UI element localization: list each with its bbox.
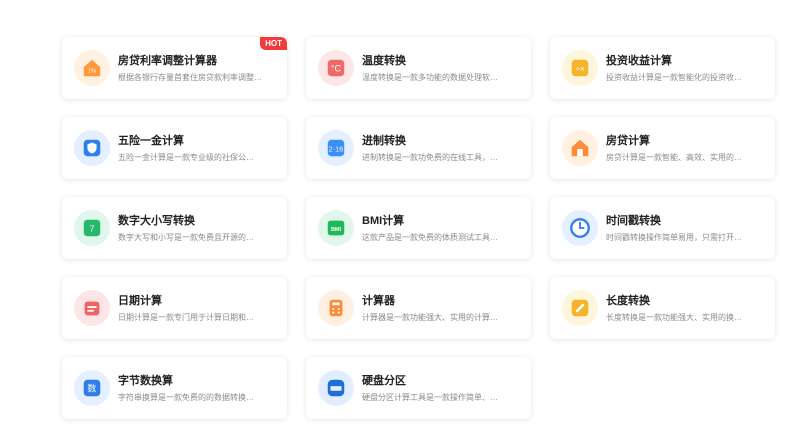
svg-text:2·16: 2·16 [329, 145, 344, 154]
tool-text: 投资收益计算投资收益计算是一款智能化的投资收… [606, 54, 765, 83]
tool-text: 长度转换长度转换是一款功能强大、实用的换… [606, 294, 765, 323]
calculator-icon [318, 290, 354, 326]
base-convert-icon: 2·16 [318, 130, 354, 166]
svg-text:°C: °C [331, 64, 342, 74]
tool-text: 硬盘分区硬盘分区计算工具是一款操作简单、… [362, 374, 521, 403]
investment-icon: ÷× [562, 50, 598, 86]
tool-description: 计算器是一款功能强大、实用的计算… [362, 312, 498, 322]
tool-title: 进制转换 [362, 134, 406, 147]
tool-text: BMI计算这款产品是一款免费的体质测试工具… [362, 214, 521, 243]
tool-description: 数字大写和小写是一款免费且开源的… [118, 232, 254, 242]
tool-description: 硬盘分区计算工具是一款操作简单、… [362, 392, 498, 402]
tool-description: 投资收益计算是一款智能化的投资收… [606, 72, 742, 82]
tool-text: 进制转换进制转换是一款功免费的在线工具，… [362, 134, 521, 163]
tool-card[interactable]: 五险一金计算五险一金计算是一款专业级的社保公… [62, 117, 287, 179]
tool-description: 这款产品是一款免费的体质测试工具… [362, 232, 498, 242]
tool-description: 房贷计算是一款智能、高效、实用的… [606, 152, 742, 162]
tool-text: 时间戳转换时间戳转换操作简单易用，只需打开… [606, 214, 765, 243]
tool-text: 日期计算日期计算是一款专门用于计算日期和… [118, 294, 277, 323]
tool-card[interactable]: °C 温度转换温度转换是一款多功能的数据处理软… [306, 37, 531, 99]
tool-title: 温度转换 [362, 54, 406, 67]
tool-text: 五险一金计算五险一金计算是一款专业级的社保公… [118, 134, 277, 163]
calendar-icon [74, 290, 110, 326]
clock-icon [562, 210, 598, 246]
ruler-icon [562, 290, 598, 326]
tool-card[interactable]: 时间戳转换时间戳转换操作简单易用，只需打开… [550, 197, 775, 259]
tool-card[interactable]: 2·16 进制转换进制转换是一款功免费的在线工具，… [306, 117, 531, 179]
tool-grid: 1% 房贷利率调整计算器 根据各银行存量首套住房贷款利率调整… HOT °C 温度转换 温度… [62, 37, 775, 419]
tool-card[interactable]: 7 数字大小写转换数字大写和小写是一款免费且开源的… [62, 197, 287, 259]
tool-card[interactable]: 计算器计算器是一款功能强大、实用的计算… [306, 277, 531, 339]
hot-badge: HOT [260, 37, 287, 50]
tool-title: 五险一金计算 [118, 134, 184, 147]
tool-title: 计算器 [362, 294, 395, 307]
tool-text: 房贷计算房贷计算是一款智能、高效、实用的… [606, 134, 765, 163]
tool-card[interactable]: 房贷计算房贷计算是一款智能、高效、实用的… [550, 117, 775, 179]
tool-card[interactable]: BMI BMI计算这款产品是一款免费的体质测试工具… [306, 197, 531, 259]
svg-text:BMI: BMI [331, 227, 342, 233]
tool-description: 根据各银行存量首套住房贷款利率调整… [118, 72, 262, 82]
tool-description: 进制转换是一款功免费的在线工具，… [362, 152, 498, 162]
bmi-icon: BMI [318, 210, 354, 246]
insurance-shield-icon [74, 130, 110, 166]
tool-title: 硬盘分区 [362, 374, 406, 387]
tool-text: 数字大小写转换数字大写和小写是一款免费且开源的… [118, 214, 277, 243]
disk-partition-icon [318, 370, 354, 406]
tool-text: 计算器计算器是一款功能强大、实用的计算… [362, 294, 521, 323]
tool-title: 长度转换 [606, 294, 650, 307]
tool-text: 字节数换算字符串换算是一款免费的的数据转换… [118, 374, 277, 403]
tool-card[interactable]: 1% 房贷利率调整计算器根据各银行存量首套住房贷款利率调整… HOT [62, 37, 287, 99]
svg-text:7: 7 [90, 225, 95, 234]
tool-title: BMI计算 [362, 214, 405, 227]
tool-description: 日期计算是一款专门用于计算日期和… [118, 312, 254, 322]
tool-card[interactable]: ÷× 投资收益计算投资收益计算是一款智能化的投资收… [550, 37, 775, 99]
tool-description: 长度转换是一款功能强大、实用的换… [606, 312, 742, 322]
tool-title: 日期计算 [118, 294, 162, 307]
tool-card[interactable]: 长度转换长度转换是一款功能强大、实用的换… [550, 277, 775, 339]
number-case-icon: 7 [74, 210, 110, 246]
tool-card[interactable]: 硬盘分区硬盘分区计算工具是一款操作简单、… [306, 357, 531, 419]
byte-count-icon: 数 [74, 370, 110, 406]
tool-card[interactable]: 日期计算日期计算是一款专门用于计算日期和… [62, 277, 287, 339]
tool-title: 投资收益计算 [606, 54, 672, 67]
house-loan-icon [562, 130, 598, 166]
tool-title: 房贷计算 [606, 134, 650, 147]
tool-text: 温度转换温度转换是一款多功能的数据处理软… [362, 54, 521, 83]
tool-title: 数字大小写转换 [118, 214, 195, 227]
svg-text:数: 数 [87, 383, 96, 395]
svg-text:÷×: ÷× [575, 65, 585, 74]
tool-title: 时间戳转换 [606, 214, 661, 227]
house-rate-icon: 1% [74, 50, 110, 86]
tool-title: 房贷利率调整计算器 [118, 54, 217, 67]
tool-description: 字符串换算是一款免费的的数据转换… [118, 392, 254, 402]
temperature-icon: °C [318, 50, 354, 86]
tool-text: 房贷利率调整计算器根据各银行存量首套住房贷款利率调整… [118, 54, 277, 83]
tool-card[interactable]: 数 字节数换算字符串换算是一款免费的的数据转换… [62, 357, 287, 419]
svg-text:1%: 1% [88, 69, 96, 75]
tool-title: 字节数换算 [118, 374, 173, 387]
tool-description: 五险一金计算是一款专业级的社保公… [118, 152, 254, 162]
tool-description: 温度转换是一款多功能的数据处理软… [362, 72, 498, 82]
tool-description: 时间戳转换操作简单易用，只需打开… [606, 232, 742, 242]
